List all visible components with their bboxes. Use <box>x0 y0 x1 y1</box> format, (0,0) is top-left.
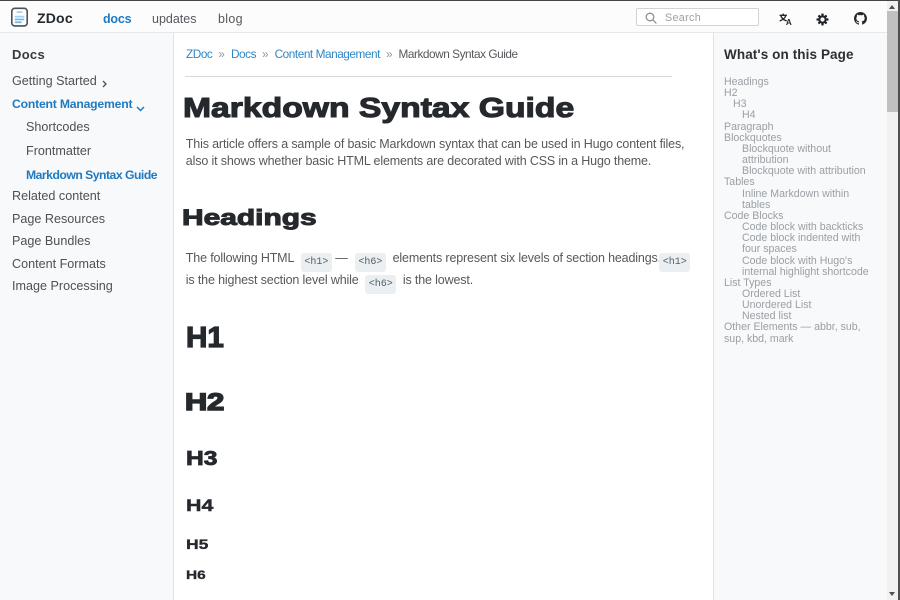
svg-text:A: A <box>786 17 792 24</box>
